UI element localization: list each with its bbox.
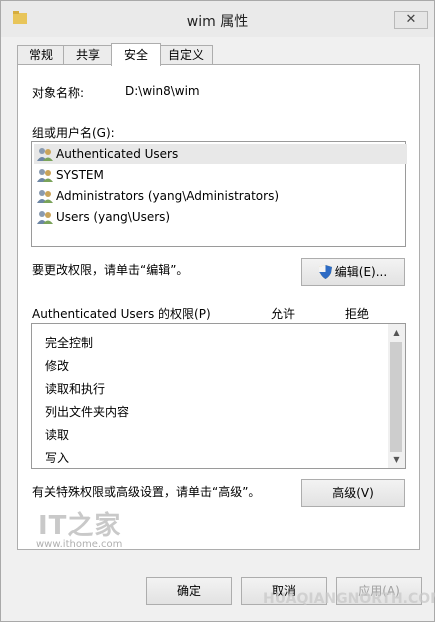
tab-security[interactable]: 安全 bbox=[111, 43, 161, 66]
user-name: Administrators (yang\Administrators) bbox=[56, 189, 280, 203]
allow-column-header: 允许 bbox=[271, 307, 296, 321]
huaqiangnorth-watermark: HUAQIANGNORTH.COM bbox=[263, 591, 435, 607]
user-group-icon bbox=[37, 190, 53, 203]
ithome-url: www.ithome.com bbox=[36, 539, 123, 550]
permission-row: 完全控制 bbox=[45, 336, 94, 350]
properties-window: wim 属性 ✕ 常规 共享 安全 自定义 对象名称: D:\win8\wim … bbox=[0, 0, 435, 622]
permission-row: 列出文件夹内容 bbox=[45, 405, 130, 419]
permissions-listbox[interactable]: 完全控制 修改 读取和执行 列出文件夹内容 读取 写入 ▲ ▼ bbox=[31, 323, 406, 469]
title-bar: wim 属性 ✕ bbox=[1, 1, 434, 37]
window-title: wim 属性 bbox=[186, 14, 249, 30]
deny-column-header: 拒绝 bbox=[345, 307, 370, 321]
advanced-hint: 有关特殊权限或高级设置，请单击“高级”。 bbox=[32, 485, 261, 499]
users-label: 组或用户名(G): bbox=[32, 126, 115, 140]
user-name: Authenticated Users bbox=[56, 147, 179, 161]
list-item[interactable]: Administrators (yang\Administrators) bbox=[37, 186, 279, 206]
close-icon: ✕ bbox=[405, 12, 417, 27]
tab-customize[interactable]: 自定义 bbox=[159, 45, 213, 65]
edit-button[interactable]: 编辑(E)... bbox=[301, 258, 405, 286]
user-group-icon bbox=[37, 211, 53, 224]
advanced-button[interactable]: 高级(V) bbox=[301, 479, 405, 507]
scroll-down-icon[interactable]: ▼ bbox=[388, 451, 405, 468]
security-panel: 对象名称: D:\win8\wim 组或用户名(G): Authenticate… bbox=[17, 64, 420, 550]
ok-button[interactable]: 确定 bbox=[146, 577, 232, 605]
object-name-label: 对象名称: bbox=[32, 86, 85, 100]
ithome-logo: IT之家 bbox=[38, 511, 122, 541]
close-button[interactable]: ✕ bbox=[394, 11, 428, 29]
scroll-thumb[interactable] bbox=[390, 342, 402, 452]
list-item[interactable]: Users (yang\Users) bbox=[37, 207, 170, 227]
user-name: SYSTEM bbox=[56, 168, 104, 182]
permission-row: 读取 bbox=[45, 428, 70, 442]
users-listbox[interactable]: Authenticated Users SYSTEM Administrator… bbox=[31, 141, 407, 247]
permissions-title: Authenticated Users 的权限(P) bbox=[32, 307, 211, 321]
user-name: Users (yang\Users) bbox=[56, 210, 171, 224]
permission-row: 写入 bbox=[45, 451, 70, 465]
scroll-up-icon[interactable]: ▲ bbox=[388, 324, 405, 341]
list-item[interactable]: SYSTEM bbox=[37, 165, 104, 185]
object-name-value: D:\win8\wim bbox=[125, 84, 200, 98]
shield-icon bbox=[318, 265, 332, 279]
tab-general[interactable]: 常规 bbox=[17, 45, 65, 65]
permission-row: 读取和执行 bbox=[45, 382, 106, 396]
edit-button-label: 编辑(E)... bbox=[334, 265, 388, 279]
tab-sharing[interactable]: 共享 bbox=[63, 45, 113, 65]
permissions-scrollbar[interactable]: ▲ ▼ bbox=[388, 324, 405, 468]
user-group-icon bbox=[37, 169, 53, 182]
permission-row: 修改 bbox=[45, 359, 70, 373]
edit-hint: 要更改权限，请单击“编辑”。 bbox=[32, 263, 189, 277]
list-item[interactable]: Authenticated Users bbox=[34, 144, 407, 164]
user-group-icon bbox=[37, 148, 53, 161]
